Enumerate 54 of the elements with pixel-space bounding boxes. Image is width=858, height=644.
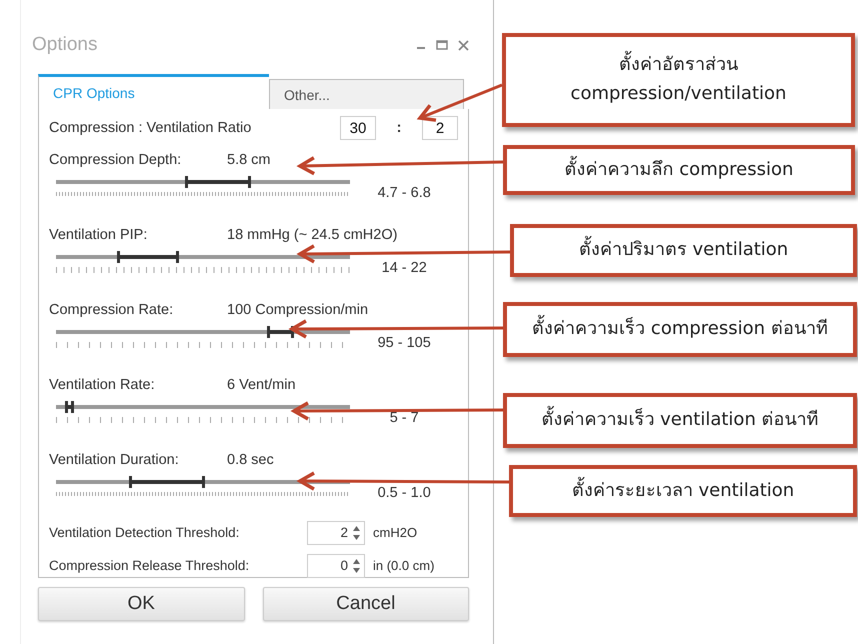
setting-label: Ventilation Rate:: [49, 377, 156, 393]
slider-thumb[interactable]: [248, 176, 251, 188]
slider-range: [68, 405, 72, 409]
setting-value: 100 Compression/min: [227, 302, 368, 318]
range-text: 95 - 105: [376, 335, 432, 351]
setting-label: Compression Rate:: [49, 302, 174, 318]
window-title: Options: [32, 34, 98, 56]
slider-thumb[interactable]: [184, 176, 188, 188]
slider-thumb[interactable]: [290, 326, 294, 338]
callout-text: ตั้งค่าระยะเวลา ventilation: [572, 476, 794, 506]
callout-text: ตั้งค่าความเร็ว ventilation ต่อนาที: [541, 406, 819, 435]
callout-text: ตั้งค่าอัตราส่วน compression/ventilation: [570, 51, 786, 109]
slider-thumb[interactable]: [176, 251, 179, 263]
dialog-button[interactable]: OK: [38, 587, 244, 621]
range-text: 4.7 - 6.8: [376, 185, 432, 201]
close-icon[interactable]: [458, 40, 469, 50]
number-spinner[interactable]: 0: [307, 554, 365, 578]
setting-value: 5.8 cm: [227, 152, 271, 168]
slider-thumb[interactable]: [116, 251, 120, 263]
range-text: 0.5 - 1.0: [376, 485, 432, 501]
callout-text: ตั้งค่าปริมาตร ventilation: [578, 236, 788, 265]
threshold-label: Compression Release Threshold:: [49, 558, 250, 573]
maximize-icon[interactable]: [436, 40, 448, 50]
dialog-button[interactable]: Cancel: [262, 587, 469, 621]
slider-thumb[interactable]: [266, 326, 270, 338]
unit-label: cmH2O: [373, 525, 418, 540]
slider-thumb[interactable]: [202, 476, 206, 488]
slider-range: [132, 480, 202, 484]
callout-text: ตั้งค่าความลึก compression: [564, 156, 794, 184]
unit-label: in (0.0 cm): [373, 558, 434, 573]
setting-value: 6 Vent/min: [227, 377, 296, 393]
ventilation-input[interactable]: 2: [422, 116, 458, 140]
ratio-label: Compression : Ventilation Ratio: [49, 120, 252, 136]
ratio-separator: :: [396, 120, 402, 136]
callout-text: ตั้งค่าความเร็ว compression ต่อนาที: [532, 315, 828, 344]
number-spinner[interactable]: 2: [307, 520, 365, 544]
setting-label: Ventilation Duration:: [49, 452, 180, 468]
spin-arrows-icon[interactable]: [352, 524, 361, 542]
setting-value: 18 mmHg (~ 24.5 cmH2O): [227, 227, 398, 243]
threshold-label: Ventilation Detection Threshold:: [49, 525, 240, 540]
slider-thumb[interactable]: [71, 401, 74, 413]
setting-label: Compression Depth:: [49, 152, 182, 168]
slider-range: [270, 330, 291, 334]
slider-range: [188, 180, 248, 184]
compression-input[interactable]: 30: [340, 116, 376, 140]
range-text: 5 - 7: [388, 410, 420, 426]
tab[interactable]: Other...: [269, 79, 464, 109]
setting-value: 0.8 sec: [227, 452, 274, 468]
slider-thumb[interactable]: [128, 476, 132, 488]
slider-range: [120, 255, 176, 259]
slider-thumb[interactable]: [65, 401, 68, 413]
setting-label: Ventilation PIP:: [49, 227, 148, 243]
spin-arrows-icon[interactable]: [352, 556, 361, 574]
range-text: 14 - 22: [380, 260, 428, 276]
